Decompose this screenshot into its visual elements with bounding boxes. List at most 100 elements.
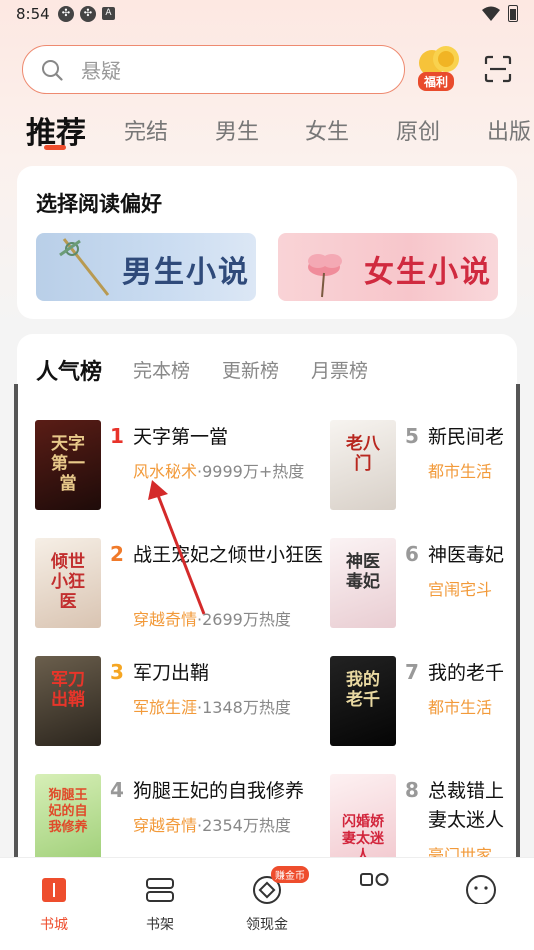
notification-icon: ✣ — [80, 6, 96, 22]
book-title: 总裁错上妻太迷人 — [428, 780, 505, 831]
welfare-label: 福利 — [418, 72, 455, 91]
tab-complete-rank[interactable]: 完本榜 — [133, 356, 190, 383]
preference-title: 选择阅读偏好 — [36, 192, 162, 216]
cover-title: 天字第一當 — [51, 434, 85, 494]
cover-title: 军刀出鞘 — [51, 670, 85, 710]
book-meta: 军旅生涯·1348万热度 — [133, 694, 291, 718]
tab-male[interactable]: 男生 — [215, 114, 259, 146]
cover-title: 狗腿王妃的自我修养 — [48, 788, 88, 835]
book-genre: 都市生活 — [428, 462, 493, 481]
book-title: 军刀出鞘 — [133, 662, 210, 684]
female-novel-button[interactable]: 女生小说 — [278, 233, 498, 301]
book-item[interactable]: 老八门 5 新民间老 都市生活 — [330, 420, 517, 510]
tab-popular-rank[interactable]: 人气榜 — [36, 354, 102, 386]
book-cover: 闪婚娇妻太迷人 — [330, 774, 396, 864]
male-novel-label: 男生小说 — [122, 255, 250, 290]
rank-number: 2 — [110, 542, 124, 566]
bookshelf-icon — [146, 878, 174, 902]
rank-number: 6 — [405, 542, 419, 566]
apps-icon — [360, 873, 389, 886]
male-novel-button[interactable]: 男生小说 — [36, 233, 256, 301]
book-genre: 穿越奇情 — [133, 816, 198, 835]
wifi-icon — [482, 6, 500, 21]
book-meta: 都市生活 — [428, 694, 492, 718]
ranking-card: 人气榜 完本榜 更新榜 月票榜 天字第一當 1 天字第一當 风水秘术·9999万… — [17, 334, 517, 894]
sword-icon — [59, 238, 110, 296]
book-meta: 都市生活 — [428, 458, 492, 482]
book-item[interactable]: 我的老千 7 我的老千 都市生活 — [330, 656, 517, 746]
book-title: 狗腿王妃的自我修养 — [133, 780, 305, 802]
nav-profile[interactable] — [441, 872, 521, 912]
notification-icons: ✣ ✣ A — [58, 6, 115, 22]
cover-title: 老八门 — [346, 434, 380, 474]
book-title: 我的老千 — [428, 662, 505, 684]
status-bar: 8:54 ✣ ✣ A — [0, 0, 534, 30]
book-heat: ·2354万热度 — [197, 816, 291, 835]
book-heat: ·1348万热度 — [197, 698, 291, 717]
flower-icon — [308, 254, 342, 298]
nav-earn-cash[interactable]: 赚金币 领现金 — [227, 866, 309, 934]
nav-label: 书城 — [40, 917, 68, 933]
book-cover: 我的老千 — [330, 656, 396, 746]
tab-published[interactable]: 出版 — [487, 114, 531, 146]
welfare-button[interactable]: 福利 — [414, 45, 466, 93]
book-cover: 神医毒妃 — [330, 538, 396, 628]
book-cover: 军刀出鞘 — [35, 656, 101, 746]
nav-bookshelf[interactable]: 书架 — [120, 874, 200, 934]
cover-title: 倾世小狂医 — [51, 552, 85, 612]
nav-label: 领现金 — [246, 917, 288, 933]
nav-apps[interactable] — [334, 866, 414, 906]
tab-monthly-ticket-rank[interactable]: 月票榜 — [311, 356, 368, 383]
scan-icon[interactable] — [484, 55, 512, 83]
rank-number: 4 — [110, 778, 124, 802]
tab-original[interactable]: 原创 — [396, 114, 440, 146]
book-cover: 天字第一當 — [35, 420, 101, 510]
rank-number: 5 — [405, 424, 419, 448]
book-cover: 倾世小狂医 — [35, 538, 101, 628]
card-edge — [14, 384, 18, 860]
search-placeholder: 悬疑 — [81, 59, 121, 83]
female-novel-label: 女生小说 — [364, 255, 492, 290]
annotation-arrow-icon — [148, 480, 206, 615]
book-item[interactable]: 军刀出鞘 3 军刀出鞘 军旅生涯·1348万热度 — [35, 656, 335, 746]
book-cover: 狗腿王妃的自我修养 — [35, 774, 101, 864]
rank-number: 3 — [110, 660, 124, 684]
book-genre: 军旅生涯 — [133, 698, 198, 717]
category-tabs: 推荐 完结 男生 女生 原创 出版 — [26, 108, 534, 152]
tab-completed[interactable]: 完结 — [124, 114, 168, 146]
battery-icon — [508, 5, 518, 22]
tab-update-rank[interactable]: 更新榜 — [222, 356, 279, 383]
book-genre: 都市生活 — [428, 698, 493, 717]
book-meta: 宫闱宅斗 — [428, 576, 492, 600]
book-item[interactable]: 狗腿王妃的自我修养 4 狗腿王妃的自我修养 穿越奇情·2354万热度 — [35, 774, 335, 864]
bottom-navigation: 书城 书架 赚金币 领现金 — [0, 857, 534, 950]
book-city-icon — [42, 878, 66, 902]
nav-book-city[interactable]: 书城 — [14, 874, 94, 934]
status-time: 8:54 — [16, 5, 50, 23]
profile-icon — [466, 875, 496, 905]
search-input[interactable]: 悬疑 — [22, 45, 405, 94]
notification-icon: A — [102, 7, 115, 20]
book-title: 神医毒妃 — [428, 544, 505, 566]
tab-female[interactable]: 女生 — [305, 114, 349, 146]
nav-label: 书架 — [146, 917, 174, 933]
book-title: 天字第一當 — [133, 426, 229, 448]
notification-icon: ✣ — [58, 6, 74, 22]
earn-coins-badge: 赚金币 — [271, 866, 309, 883]
active-tab-indicator — [44, 145, 66, 150]
rank-number: 7 — [405, 660, 419, 684]
rank-number: 8 — [405, 778, 419, 802]
book-item[interactable]: 神医毒妃 6 神医毒妃 宫闱宅斗 — [330, 538, 517, 628]
book-item[interactable]: 闪婚娇妻太迷人 8 总裁错上妻太迷人 豪门世家 — [330, 774, 517, 864]
rank-number: 1 — [110, 424, 124, 448]
book-cover: 老八门 — [330, 420, 396, 510]
cover-title: 神医毒妃 — [346, 552, 380, 592]
system-icons — [482, 5, 518, 22]
card-edge — [516, 384, 520, 860]
search-icon — [42, 59, 63, 81]
book-genre: 宫闱宅斗 — [428, 580, 493, 599]
book-title: 新民间老 — [428, 426, 505, 448]
cover-title: 我的老千 — [346, 670, 380, 710]
reading-preference-card: 选择阅读偏好 男生小说 女生小说 — [17, 166, 517, 319]
book-meta: 穿越奇情·2354万热度 — [133, 812, 291, 836]
